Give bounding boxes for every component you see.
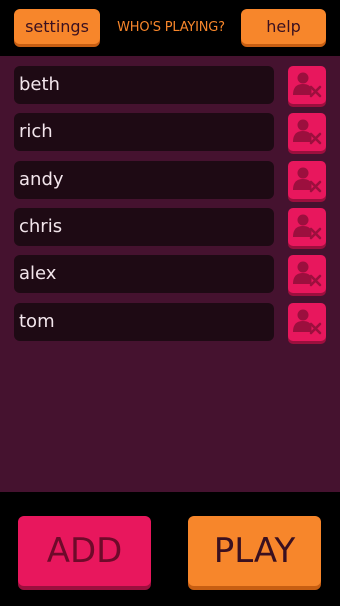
- remove-player-button[interactable]: [288, 208, 326, 246]
- player-row: alex: [14, 255, 326, 293]
- player-row: andy: [14, 161, 326, 199]
- play-button[interactable]: PLAY: [188, 516, 321, 586]
- remove-player-button[interactable]: [288, 161, 326, 199]
- remove-player-button[interactable]: [288, 113, 326, 151]
- player-row: tom: [14, 303, 326, 341]
- remove-player-button[interactable]: [288, 255, 326, 293]
- remove-user-icon: [293, 214, 322, 240]
- player-row: beth: [14, 66, 326, 104]
- player-name-field[interactable]: alex: [14, 255, 274, 293]
- player-list: beth rich andy chris alex tom: [0, 56, 340, 492]
- remove-user-icon: [293, 261, 322, 287]
- player-name-field[interactable]: rich: [14, 113, 274, 151]
- remove-user-icon: [293, 167, 322, 193]
- add-player-button[interactable]: ADD: [18, 516, 151, 586]
- player-row: rich: [14, 113, 326, 151]
- bottom-bar: ADD PLAY: [0, 492, 340, 606]
- settings-button[interactable]: settings: [14, 9, 100, 44]
- page-title: WHO'S PLAYING?: [117, 20, 225, 35]
- player-row: chris: [14, 208, 326, 246]
- player-name-field[interactable]: chris: [14, 208, 274, 246]
- player-name-field[interactable]: tom: [14, 303, 274, 341]
- remove-player-button[interactable]: [288, 303, 326, 341]
- remove-user-icon: [293, 119, 322, 145]
- player-name-field[interactable]: beth: [14, 66, 274, 104]
- top-bar: settings WHO'S PLAYING? help: [0, 0, 340, 56]
- remove-player-button[interactable]: [288, 66, 326, 104]
- help-button[interactable]: help: [241, 9, 326, 44]
- remove-user-icon: [293, 72, 322, 98]
- app-screen: settings WHO'S PLAYING? help beth rich a…: [0, 0, 340, 606]
- remove-user-icon: [293, 309, 322, 335]
- player-name-field[interactable]: andy: [14, 161, 274, 199]
